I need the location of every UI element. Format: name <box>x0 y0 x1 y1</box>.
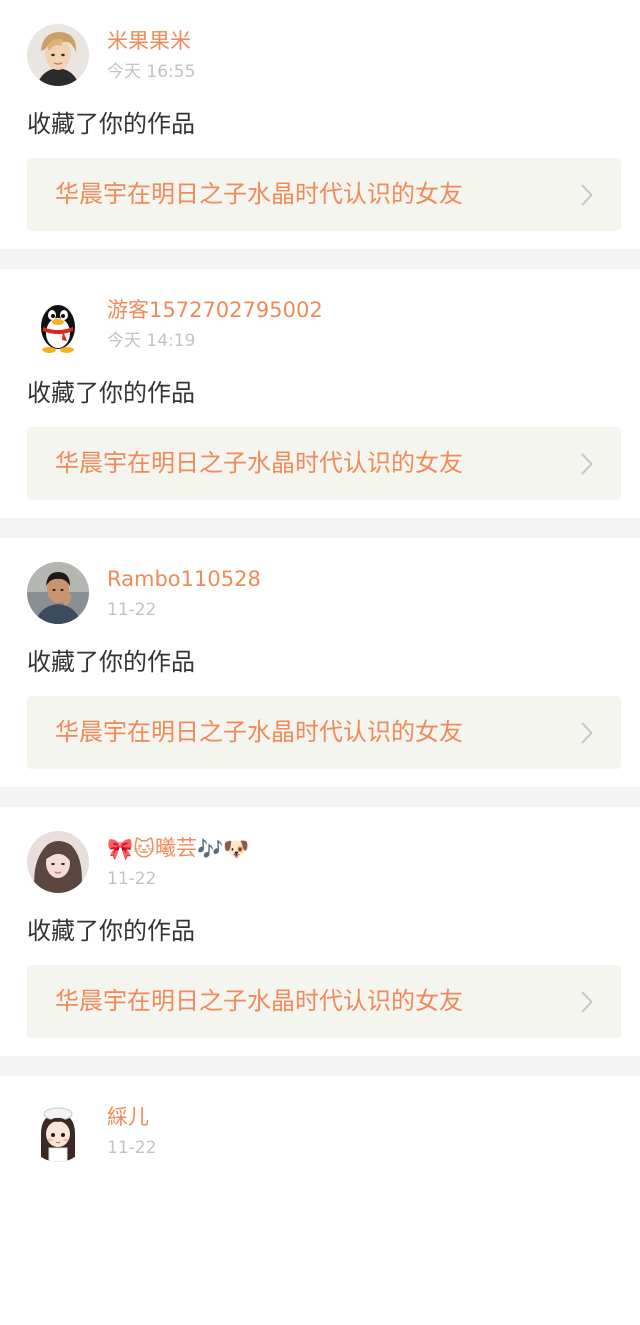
work-title: 华晨宇在明日之子水晶时代认识的女友 <box>55 987 463 1015</box>
avatar-photo-icon <box>27 24 89 86</box>
chevron-right-icon <box>581 722 593 744</box>
work-link[interactable]: 华晨宇在明日之子水晶时代认识的女友 <box>27 427 621 500</box>
divider <box>0 787 640 807</box>
avatar-photo-icon <box>27 562 89 624</box>
chevron-right-icon <box>581 184 593 206</box>
action-text: 收藏了你的作品 <box>27 379 195 407</box>
avatar[interactable] <box>27 24 89 86</box>
divider <box>0 518 640 538</box>
avatar[interactable] <box>27 1100 89 1162</box>
cartoon-girl-icon <box>27 1100 89 1162</box>
username[interactable]: 米果果米 <box>107 26 191 56</box>
username[interactable]: Rambo110528 <box>107 564 261 594</box>
avatar[interactable] <box>27 562 89 624</box>
chevron-right-icon <box>581 991 593 1013</box>
notification-card: 🎀🐱曦芸🎶🐶 11-22 收藏了你的作品 华晨宇在明日之子水晶时代认识的女友 <box>0 807 640 1056</box>
qq-penguin-icon <box>27 293 89 355</box>
timestamp: 11-22 <box>107 600 157 620</box>
avatar[interactable] <box>27 293 89 355</box>
ribbon-cat-emoji: 🎀🐱 <box>107 837 156 861</box>
notification-card: 綵儿 11-22 <box>0 1076 640 1325</box>
chevron-right-icon <box>581 453 593 475</box>
divider <box>0 249 640 269</box>
timestamp: 今天 14:19 <box>107 331 196 351</box>
timestamp: 今天 16:55 <box>107 62 196 82</box>
timestamp: 11-22 <box>107 1138 157 1158</box>
divider <box>0 1056 640 1076</box>
action-text: 收藏了你的作品 <box>27 648 195 676</box>
username[interactable]: 綵儿 <box>107 1102 149 1132</box>
avatar[interactable] <box>27 831 89 893</box>
notification-card: 米果果米 今天 16:55 收藏了你的作品 华晨宇在明日之子水晶时代认识的女友 <box>0 0 640 249</box>
notification-card: Rambo110528 11-22 收藏了你的作品 华晨宇在明日之子水晶时代认识… <box>0 538 640 787</box>
action-text: 收藏了你的作品 <box>27 110 195 138</box>
work-link[interactable]: 华晨宇在明日之子水晶时代认识的女友 <box>27 965 621 1038</box>
notification-feed: 米果果米 今天 16:55 收藏了你的作品 华晨宇在明日之子水晶时代认识的女友 <box>0 0 640 1325</box>
work-title: 华晨宇在明日之子水晶时代认识的女友 <box>55 449 463 477</box>
music-dog-emoji: 🎶🐶 <box>197 837 250 861</box>
work-title: 华晨宇在明日之子水晶时代认识的女友 <box>55 180 463 208</box>
timestamp: 11-22 <box>107 869 157 889</box>
work-link[interactable]: 华晨宇在明日之子水晶时代认识的女友 <box>27 696 621 769</box>
username[interactable]: 游客1572702795002 <box>107 295 323 325</box>
action-text: 收藏了你的作品 <box>27 917 195 945</box>
username[interactable]: 🎀🐱曦芸🎶🐶 <box>107 833 249 864</box>
username-text: 曦芸 <box>155 836 198 860</box>
avatar-photo-icon <box>27 831 89 893</box>
work-title: 华晨宇在明日之子水晶时代认识的女友 <box>55 718 463 746</box>
work-link[interactable]: 华晨宇在明日之子水晶时代认识的女友 <box>27 158 621 231</box>
notification-card: 游客1572702795002 今天 14:19 收藏了你的作品 华晨宇在明日之… <box>0 269 640 518</box>
